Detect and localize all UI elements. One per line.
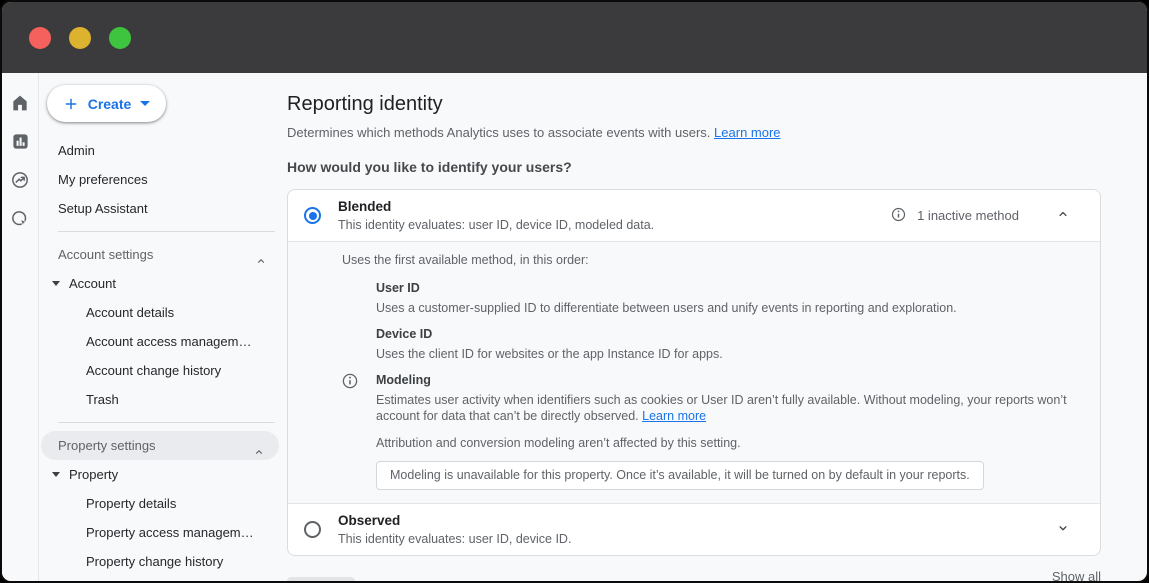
sidebar-item-scheduled-emails[interactable]: Scheduled emails <box>39 576 287 581</box>
method-user-id: User ID Uses a customer-supplied ID to d… <box>376 281 1084 316</box>
option-blended-description: This identity evaluates: user ID, device… <box>338 218 891 232</box>
save-button[interactable]: Save <box>287 577 355 583</box>
method-modeling-description-text: Estimates user activity when identifiers… <box>376 393 1067 423</box>
option-blended[interactable]: Blended This identity evaluates: user ID… <box>288 190 1100 241</box>
page-subtitle: Determines which methods Analytics uses … <box>287 125 1101 140</box>
page-title: Reporting identity <box>287 93 1101 116</box>
section-account-settings[interactable]: Account settings <box>39 240 287 269</box>
blended-expanded-panel: Uses the first available method, in this… <box>288 241 1100 504</box>
sidebar-item-setup-assistant[interactable]: Setup Assistant <box>39 194 287 223</box>
radio-observed[interactable] <box>304 521 321 538</box>
option-blended-text: Blended This identity evaluates: user ID… <box>338 199 891 232</box>
chevron-up-icon <box>253 439 265 468</box>
expand-chevron-down-icon[interactable] <box>1056 521 1070 538</box>
collapse-chevron-up-icon[interactable] <box>1056 207 1070 224</box>
radio-blended[interactable] <box>304 207 321 224</box>
chevron-up-icon <box>255 248 267 277</box>
method-modeling-name: Modeling <box>376 373 1084 388</box>
zoom-window-button[interactable] <box>109 27 131 49</box>
close-window-button[interactable] <box>29 27 51 49</box>
sidebar-item-account-access-management[interactable]: Account access managem… <box>39 327 287 356</box>
window-titlebar <box>2 2 1147 73</box>
modeling-note: Attribution and conversion modeling aren… <box>376 436 1084 451</box>
blended-header-right: 1 inactive method <box>891 207 1070 225</box>
nav-rail <box>2 73 39 581</box>
method-modeling: Modeling Estimates user activity when id… <box>342 373 1084 424</box>
create-button-label: Create <box>88 96 132 112</box>
section-property-settings-label: Property settings <box>58 438 156 453</box>
option-observed-title: Observed <box>338 513 1030 528</box>
section-account-settings-label: Account settings <box>58 247 153 262</box>
page-subtitle-text: Determines which methods Analytics uses … <box>287 125 710 140</box>
sidebar-divider <box>58 422 275 423</box>
sidebar-item-property[interactable]: Property <box>39 460 287 489</box>
app-body: Create Admin My preferences Setup Assist… <box>2 73 1147 581</box>
caret-down-icon <box>52 281 60 286</box>
blended-intro: Uses the first available method, in this… <box>342 253 1084 268</box>
sidebar-item-admin[interactable]: Admin <box>39 136 287 165</box>
caret-down-icon <box>52 472 60 477</box>
method-device-id: Device ID Uses the client ID for website… <box>376 327 1084 362</box>
section-property-settings[interactable]: Property settings <box>41 431 279 460</box>
inactive-method-note: 1 inactive method <box>917 208 1019 223</box>
method-user-id-name: User ID <box>376 281 1084 296</box>
explore-icon[interactable] <box>10 170 30 190</box>
plus-icon <box>63 96 79 112</box>
sidebar-item-trash[interactable]: Trash <box>39 385 287 414</box>
sidebar-item-account[interactable]: Account <box>39 269 287 298</box>
modeling-unavailable-notice: Modeling is unavailable for this propert… <box>376 461 984 490</box>
sidebar-item-my-preferences[interactable]: My preferences <box>39 165 287 194</box>
sidebar-item-property-change-history[interactable]: Property change history <box>39 547 287 576</box>
sidebar-item-property-details[interactable]: Property details <box>39 489 287 518</box>
modeling-learn-more-link[interactable]: Learn more <box>642 409 706 423</box>
traffic-lights <box>29 27 131 49</box>
option-observed-text: Observed This identity evaluates: user I… <box>338 513 1030 546</box>
sidebar-nav: Admin My preferences Setup Assistant Acc… <box>39 136 287 581</box>
reports-icon[interactable] <box>11 132 30 151</box>
learn-more-link[interactable]: Learn more <box>714 125 780 140</box>
create-button[interactable]: Create <box>47 85 166 122</box>
minimize-window-button[interactable] <box>69 27 91 49</box>
observed-header-right <box>1030 521 1070 538</box>
option-blended-title: Blended <box>338 199 891 214</box>
home-icon[interactable] <box>10 93 30 113</box>
show-all-button[interactable]: Show all <box>1052 569 1101 583</box>
advertising-icon[interactable] <box>10 209 30 229</box>
chevron-down-icon <box>140 101 150 106</box>
main-content: Reporting identity Determines which meth… <box>287 73 1147 581</box>
sidebar-divider <box>58 231 275 232</box>
method-device-id-description: Uses the client ID for websites or the a… <box>376 346 1084 362</box>
method-modeling-body: Modeling Estimates user activity when id… <box>376 373 1084 424</box>
admin-sidebar: Create Admin My preferences Setup Assist… <box>39 73 287 581</box>
identity-question: How would you like to identify your user… <box>287 159 1101 175</box>
reporting-identity-card: Blended This identity evaluates: user ID… <box>287 189 1101 556</box>
info-icon <box>342 373 358 424</box>
actions-area: Show all Save Cancel <box>287 556 1101 583</box>
sidebar-item-property-label: Property <box>69 467 118 482</box>
method-modeling-description: Estimates user activity when identifiers… <box>376 392 1084 424</box>
option-observed-description: This identity evaluates: user ID, device… <box>338 532 1030 546</box>
method-user-id-description: Uses a customer-supplied ID to different… <box>376 300 1084 316</box>
sidebar-item-account-label: Account <box>69 276 116 291</box>
app-window: Create Admin My preferences Setup Assist… <box>0 0 1149 583</box>
option-observed[interactable]: Observed This identity evaluates: user I… <box>288 504 1100 555</box>
sidebar-item-property-access-management[interactable]: Property access managem… <box>39 518 287 547</box>
sidebar-item-account-details[interactable]: Account details <box>39 298 287 327</box>
info-icon <box>891 207 906 225</box>
method-device-id-name: Device ID <box>376 327 1084 342</box>
sidebar-item-account-change-history[interactable]: Account change history <box>39 356 287 385</box>
